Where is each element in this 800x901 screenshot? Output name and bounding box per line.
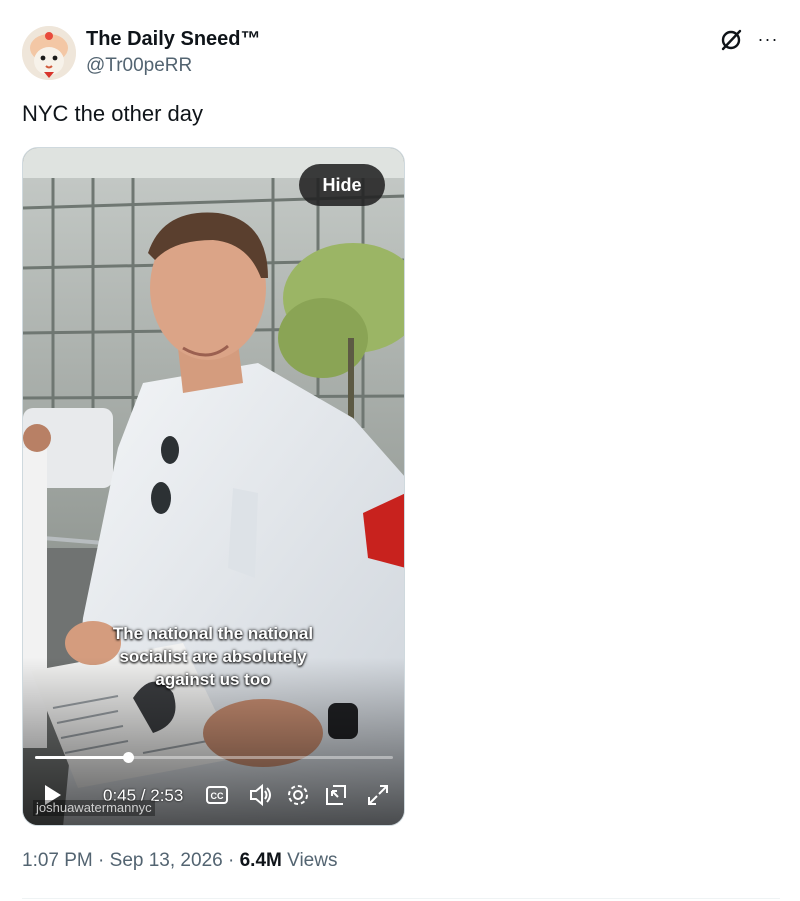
author-display-name[interactable]: The Daily Sneed™ xyxy=(86,27,261,51)
meta-separator: · xyxy=(98,850,105,871)
video-frame xyxy=(23,148,404,825)
meta-separator: · xyxy=(227,850,235,871)
tweet-date[interactable]: Sep 13, 2026 xyxy=(110,850,223,871)
author-handle[interactable]: @Tr00peRR xyxy=(86,54,192,78)
tweet-time[interactable]: 1:07 PM xyxy=(22,850,93,871)
video-progress-handle[interactable] xyxy=(123,752,135,763)
views-count[interactable]: 6.4M xyxy=(240,850,282,871)
avatar-image xyxy=(22,26,76,80)
volume-icon[interactable] xyxy=(247,782,273,808)
tweet-meta: 1:07 PM · Sep 13, 2026 · 6.4M Views xyxy=(22,849,337,873)
caption-line: socialist are absolutely xyxy=(119,647,307,666)
divider xyxy=(22,898,780,899)
caption-line: The national the national xyxy=(112,624,314,643)
caption-line: against us too xyxy=(155,670,271,689)
video-watermark: joshuawatermannyc xyxy=(33,800,155,816)
grok-icon[interactable] xyxy=(718,27,744,53)
video-progress-bar[interactable] xyxy=(35,752,393,763)
svg-text:CC: CC xyxy=(211,791,224,801)
more-options-icon[interactable]: ··· xyxy=(754,26,782,52)
video-caption: The national the national socialist are … xyxy=(83,622,343,691)
video-player[interactable]: Hide The national the national socialist… xyxy=(22,147,405,826)
views-label[interactable]: Views xyxy=(287,850,337,871)
settings-icon[interactable] xyxy=(285,782,311,808)
hide-media-button[interactable]: Hide xyxy=(299,164,385,206)
fullscreen-icon[interactable] xyxy=(365,782,391,808)
tweet-text: NYC the other day xyxy=(22,101,203,126)
video-progress-fill xyxy=(35,756,129,759)
avatar[interactable] xyxy=(22,26,76,80)
cc-icon[interactable]: CC xyxy=(204,782,230,808)
pip-icon[interactable] xyxy=(323,782,349,808)
